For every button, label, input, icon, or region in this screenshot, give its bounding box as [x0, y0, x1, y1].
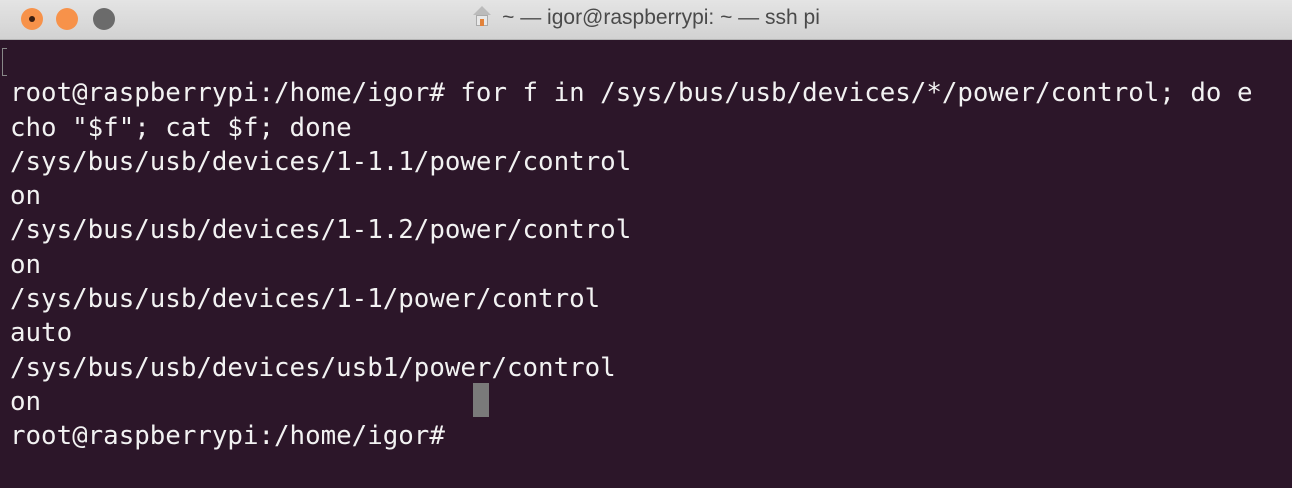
- mark-bracket: [2, 48, 7, 76]
- terminal-line: /sys/bus/usb/devices/1-1.2/power/control: [10, 215, 632, 246]
- terminal-output[interactable]: root@raspberrypi:/home/igor# for f in /s…: [10, 42, 1292, 488]
- title-bar[interactable]: ~ — igor@raspberrypi: ~ — ssh pi: [0, 0, 1292, 40]
- terminal-line: cho "$f"; cat $f; done: [10, 112, 352, 143]
- terminal-line: /sys/bus/usb/devices/usb1/power/control: [10, 352, 616, 383]
- window-title-container: ~ — igor@raspberrypi: ~ — ssh pi: [0, 6, 1292, 30]
- terminal-line: on: [10, 249, 42, 280]
- terminal-line: /sys/bus/usb/devices/1-1.1/power/control: [10, 146, 632, 177]
- terminal-line: auto: [10, 318, 73, 349]
- terminal-prompt: root@raspberrypi:/home/igor#: [10, 421, 461, 452]
- terminal-cursor: [473, 383, 489, 417]
- window-title: ~ — igor@raspberrypi: ~ — ssh pi: [502, 6, 820, 29]
- terminal-line: root@raspberrypi:/home/igor# for f in /s…: [10, 78, 1253, 109]
- terminal-line: /sys/bus/usb/devices/1-1/power/control: [10, 284, 601, 315]
- terminal-line: on: [10, 386, 42, 417]
- home-icon: [472, 6, 492, 26]
- terminal-line: on: [10, 181, 42, 212]
